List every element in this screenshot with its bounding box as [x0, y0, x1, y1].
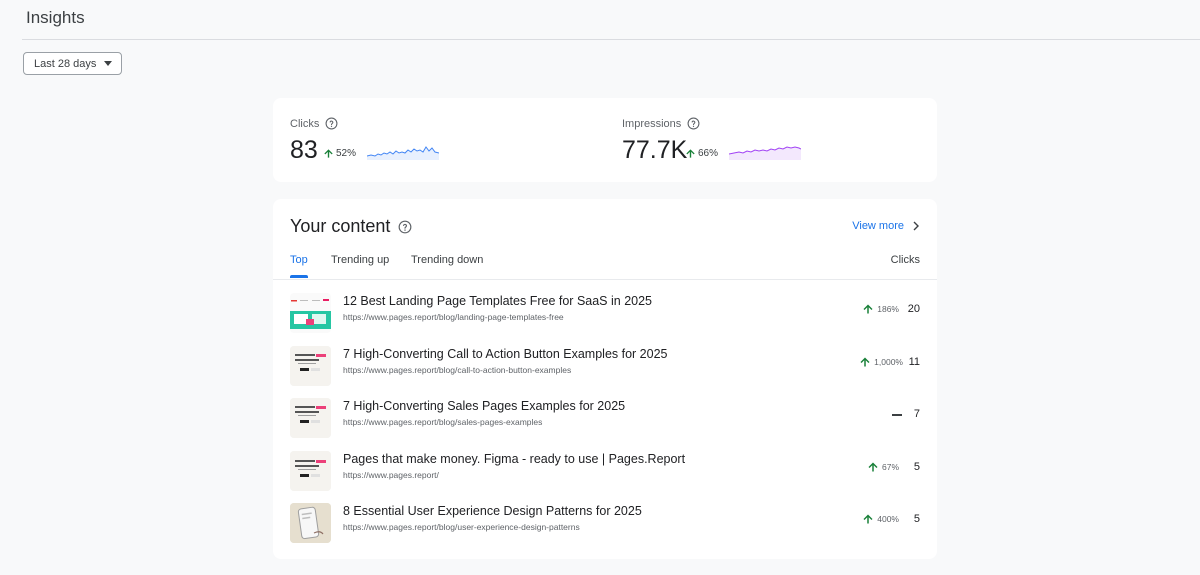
- help-icon[interactable]: [687, 117, 700, 130]
- view-more-link[interactable]: View more: [852, 220, 920, 232]
- content-row[interactable]: 12 Best Landing Page Templates Free for …: [273, 287, 937, 335]
- header-divider: [22, 39, 1200, 40]
- row-url: https://www.pages.report/: [343, 470, 439, 480]
- arrow-up-icon: [859, 356, 871, 368]
- row-change-text: 1,000%: [874, 357, 903, 367]
- row-change: 1,000%: [859, 356, 903, 368]
- row-url: https://www.pages.report/blog/call-to-ac…: [343, 365, 572, 375]
- row-clicks: 5: [913, 513, 920, 525]
- impressions-sparkline: [729, 146, 801, 160]
- content-tabs: Top Trending up Trending down: [273, 251, 937, 279]
- row-change: 400%: [862, 513, 899, 525]
- date-range-select[interactable]: Last 28 days: [23, 52, 122, 75]
- help-icon[interactable]: [325, 117, 338, 130]
- content-title-wrap: Your content: [290, 216, 412, 237]
- page-title: Insights: [26, 8, 85, 27]
- row-change: 67%: [867, 461, 899, 473]
- page-thumbnail: [290, 398, 331, 438]
- row-url: https://www.pages.report/blog/landing-pa…: [343, 312, 564, 322]
- help-icon[interactable]: [398, 220, 412, 234]
- row-url: https://www.pages.report/blog/user-exper…: [343, 522, 580, 532]
- your-content-card: Your content View more Top Trending up T…: [273, 199, 937, 559]
- row-title: 8 Essential User Experience Design Patte…: [343, 504, 642, 518]
- no-change-indicator: [892, 414, 902, 416]
- tab-trending-up[interactable]: Trending up: [331, 254, 389, 266]
- clicks-value: 83: [290, 136, 318, 164]
- date-range-label: Last 28 days: [34, 57, 97, 70]
- impressions-value: 77.7K: [622, 136, 688, 164]
- tab-top[interactable]: Top: [290, 254, 308, 266]
- page-thumbnail: [290, 293, 331, 333]
- page-thumbnail: [290, 451, 331, 491]
- clicks-column-header[interactable]: Clicks: [891, 254, 920, 266]
- clicks-label: Clicks: [290, 117, 320, 130]
- page-thumbnail: [290, 503, 331, 543]
- tab-trending-down[interactable]: Trending down: [411, 254, 483, 266]
- content-row[interactable]: 8 Essential User Experience Design Patte…: [273, 497, 937, 545]
- row-clicks: 20: [907, 303, 920, 315]
- row-clicks: 5: [913, 461, 920, 473]
- clicks-label-wrap: Clicks: [290, 117, 338, 130]
- impressions-label-wrap: Impressions: [622, 117, 700, 130]
- row-change-text: 400%: [877, 514, 899, 524]
- active-tab-indicator: [290, 275, 308, 278]
- page-thumbnail: [290, 346, 331, 386]
- arrow-up-icon: [867, 461, 879, 473]
- row-url: https://www.pages.report/blog/sales-page…: [343, 417, 543, 427]
- caret-down-icon: [104, 61, 112, 66]
- row-change-text: 186%: [877, 304, 899, 314]
- row-title: 12 Best Landing Page Templates Free for …: [343, 294, 653, 308]
- impressions-label: Impressions: [622, 117, 682, 130]
- row-title: 7 High-Converting Sales Pages Examples f…: [343, 399, 626, 413]
- row-clicks: 11: [908, 356, 920, 368]
- impressions-change: 66%: [685, 148, 718, 159]
- top-bar: Insights: [0, 0, 1200, 40]
- clicks-change-text: 52%: [336, 148, 357, 159]
- clicks-sparkline: [367, 146, 439, 160]
- arrow-up-icon: [862, 513, 874, 525]
- row-change-text: 67%: [881, 462, 899, 472]
- content-row[interactable]: Pages that make money. Figma - ready to …: [273, 445, 937, 493]
- content-row[interactable]: 7 High-Converting Call to Action Button …: [273, 340, 937, 388]
- row-change: 186%: [862, 303, 899, 315]
- arrow-up-icon: [323, 148, 334, 159]
- row-clicks: 7: [913, 408, 920, 420]
- tabs-divider: [273, 279, 937, 280]
- content-row[interactable]: 7 High-Converting Sales Pages Examples f…: [273, 392, 937, 440]
- chevron-right-icon: [912, 221, 920, 231]
- arrow-up-icon: [862, 303, 874, 315]
- clicks-change: 52%: [323, 148, 356, 159]
- row-title: 7 High-Converting Call to Action Button …: [343, 347, 668, 361]
- impressions-change-text: 66%: [698, 148, 719, 159]
- content-title: Your content: [290, 216, 391, 236]
- arrow-up-icon: [685, 148, 696, 159]
- metrics-card: Clicks 83 52% Impressions 77.7K 66%: [273, 98, 937, 182]
- view-more-label: View more: [852, 220, 904, 232]
- row-title: Pages that make money. Figma - ready to …: [343, 452, 686, 466]
